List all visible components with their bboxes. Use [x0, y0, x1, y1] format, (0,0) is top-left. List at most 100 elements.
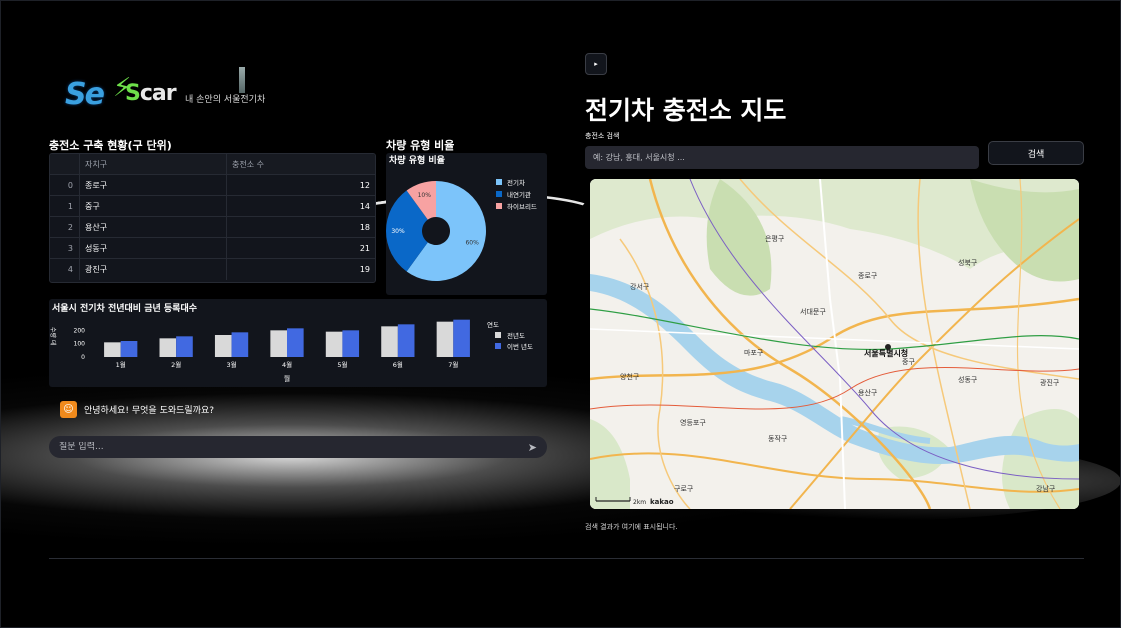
bar-xtick-label: 3월	[227, 360, 237, 369]
map-label-gwangjin: 광진구	[1040, 378, 1060, 387]
map-label-dongjak: 동작구	[768, 434, 788, 443]
station-table[interactable]: 자치구 충전소 수 0 종로구 12 1 중구 14 2 용산구 18 3 성동…	[49, 153, 376, 283]
bar-xtick-label: 4월	[282, 360, 292, 369]
pie-slice-label: 30%	[391, 228, 405, 235]
table-header-count[interactable]: 충전소 수	[227, 154, 375, 174]
row-index: 2	[50, 217, 80, 237]
bar-mark	[176, 336, 193, 357]
map-label-yongsan: 용산구	[858, 388, 878, 397]
pie-legend-swatch	[496, 179, 502, 185]
map-label-seongdong: 성동구	[958, 375, 978, 384]
row-district: 중구	[80, 196, 227, 216]
pie-legend-swatch	[496, 191, 502, 197]
bar-ytick-label: 0	[81, 354, 85, 361]
send-icon[interactable]: ➤	[528, 441, 537, 454]
chat-message-row: ☺ 안녕하세요! 무엇을 도와드릴까요?	[60, 401, 214, 418]
map-label-junggu: 중구	[902, 358, 915, 366]
divider	[49, 558, 1084, 559]
expand-toggle-icon[interactable]: ▸	[585, 53, 607, 75]
logo-tagline: 내 손안의 서울전기차	[185, 95, 266, 105]
bar-mark	[325, 331, 343, 357]
pie-legend-label: 내연기관	[507, 190, 531, 199]
table-header-index	[50, 154, 80, 174]
row-count: 21	[359, 243, 370, 253]
logo-wordmark-s: S	[125, 81, 141, 106]
tower-icon	[239, 67, 245, 93]
bar-mark	[287, 328, 304, 357]
station-search-input[interactable]	[585, 146, 979, 169]
search-button[interactable]: 검색	[988, 141, 1084, 165]
bar-xlabel: 월	[284, 374, 290, 383]
table-row[interactable]: 0 종로구 12	[50, 175, 375, 196]
bar-mark	[342, 330, 360, 357]
bar-mark	[436, 321, 454, 357]
chat-message: 안녕하세요! 무엇을 도와드릴까요?	[84, 406, 215, 416]
bar-xtick-label: 2월	[171, 360, 181, 369]
bar-mark	[397, 324, 415, 357]
bar-legend-label: 전년도	[507, 331, 525, 340]
bar-xtick-label: 5월	[337, 360, 347, 369]
bar-ytick-label: 200	[74, 327, 86, 334]
map-label-gangnam: 강남구	[1036, 484, 1056, 493]
map-provider-logo: kakao	[650, 498, 674, 506]
map-label-gangseo: 강서구	[630, 282, 650, 291]
pie-legend-swatch	[496, 203, 502, 209]
table-row[interactable]: 2 용산구 18	[50, 217, 375, 238]
chat-input[interactable]	[59, 442, 528, 452]
bar-mark	[159, 338, 177, 357]
bar-ylabel: 수량 데	[49, 327, 57, 345]
pie-section-title: 차량 유형 비율	[386, 139, 455, 152]
map-view[interactable]: 서울특별시청 서대문구 종로구 성북구 은평구 마포구 용산구 중구 성동구 광…	[590, 179, 1079, 509]
row-district: 종로구	[80, 175, 227, 195]
pie-chart: 차량 유형 비율 60% 30% 10% 전기차내연기관하이브리드	[386, 154, 537, 281]
station-table-title: 충전소 구축 현황(구 단위)	[49, 139, 172, 152]
row-index: 1	[50, 196, 80, 216]
bar-xtick-label: 6월	[393, 360, 403, 369]
app-logo: Se ⚡ Scar 내 손안의 서울전기차	[65, 67, 275, 112]
robot-icon: ☺	[60, 401, 77, 418]
table-row[interactable]: 1 중구 14	[50, 196, 375, 217]
table-row[interactable]: 3 성동구 21	[50, 238, 375, 259]
bar-xtick-label: 1월	[116, 360, 126, 369]
pie-legend-label: 하이브리드	[507, 202, 537, 211]
row-count: 19	[359, 265, 370, 274]
bar-xtick-label: 7월	[448, 360, 458, 369]
row-count: 14	[359, 201, 370, 211]
map-label-eunpyeong: 은평구	[765, 234, 785, 243]
table-row[interactable]: 4 광진구 19	[50, 259, 375, 280]
row-district: 광진구	[80, 259, 227, 280]
bar-mark	[231, 332, 249, 357]
row-index: 4	[50, 259, 80, 280]
map-label-mapo: 마포구	[744, 348, 764, 357]
bar-mark	[453, 319, 470, 357]
pie-chart-panel: 차량 유형 비율 60% 30% 10% 전기차 내연기관 하이브리드	[386, 153, 547, 295]
map-label-yangcheon: 양천구	[620, 372, 640, 381]
row-index: 3	[50, 238, 80, 258]
table-header-district[interactable]: 자치구	[80, 154, 227, 174]
pie-legend-label: 전기차	[507, 178, 525, 187]
bar-legend-label: 이번 년도	[507, 342, 533, 351]
bar-chart-panel: 서울시 전기차 전년대비 금년 등록대수 0 100 200 수량 데 1월 2월 3월 4월…	[49, 299, 547, 387]
bar-legend-swatch	[495, 343, 501, 349]
bar-mark	[120, 341, 138, 357]
row-index: 0	[50, 175, 80, 195]
row-district: 용산구	[80, 217, 227, 237]
map-label-jongno: 종로구	[858, 272, 878, 280]
bar-legend-title: 연도	[487, 321, 499, 329]
pie-chart-title: 차량 유형 비율	[389, 154, 445, 166]
bar-legend-swatch	[495, 332, 501, 338]
bar-chart: 0 100 200 수량 데 1월 2월 3월 4월 5월 6월 7월월 연도전년도이번 년도	[49, 319, 533, 383]
app-window: Se ⚡ Scar 내 손안의 서울전기차 충전소 구축 현황(구 단위) 자치…	[0, 0, 1121, 628]
map-label-seongbuk: 성북구	[958, 258, 978, 267]
search-label: 충전소 검색	[585, 132, 620, 140]
logo-wordmark: Scar	[125, 81, 177, 106]
row-count: 12	[359, 180, 370, 190]
chat-input-box[interactable]: ➤	[49, 436, 547, 458]
row-district: 성동구	[80, 238, 227, 258]
bar-mark	[381, 326, 398, 357]
map-label-city-hall: 서울특별시청	[864, 348, 908, 358]
bar-mark	[104, 342, 121, 357]
search-result-text: 검색 결과가 여기에 표시됩니다.	[585, 523, 678, 531]
pie-slice-label: 60%	[465, 240, 479, 247]
map-canvas[interactable]: 서울특별시청 서대문구 종로구 성북구 은평구 마포구 용산구 중구 성동구 광…	[590, 179, 1079, 509]
